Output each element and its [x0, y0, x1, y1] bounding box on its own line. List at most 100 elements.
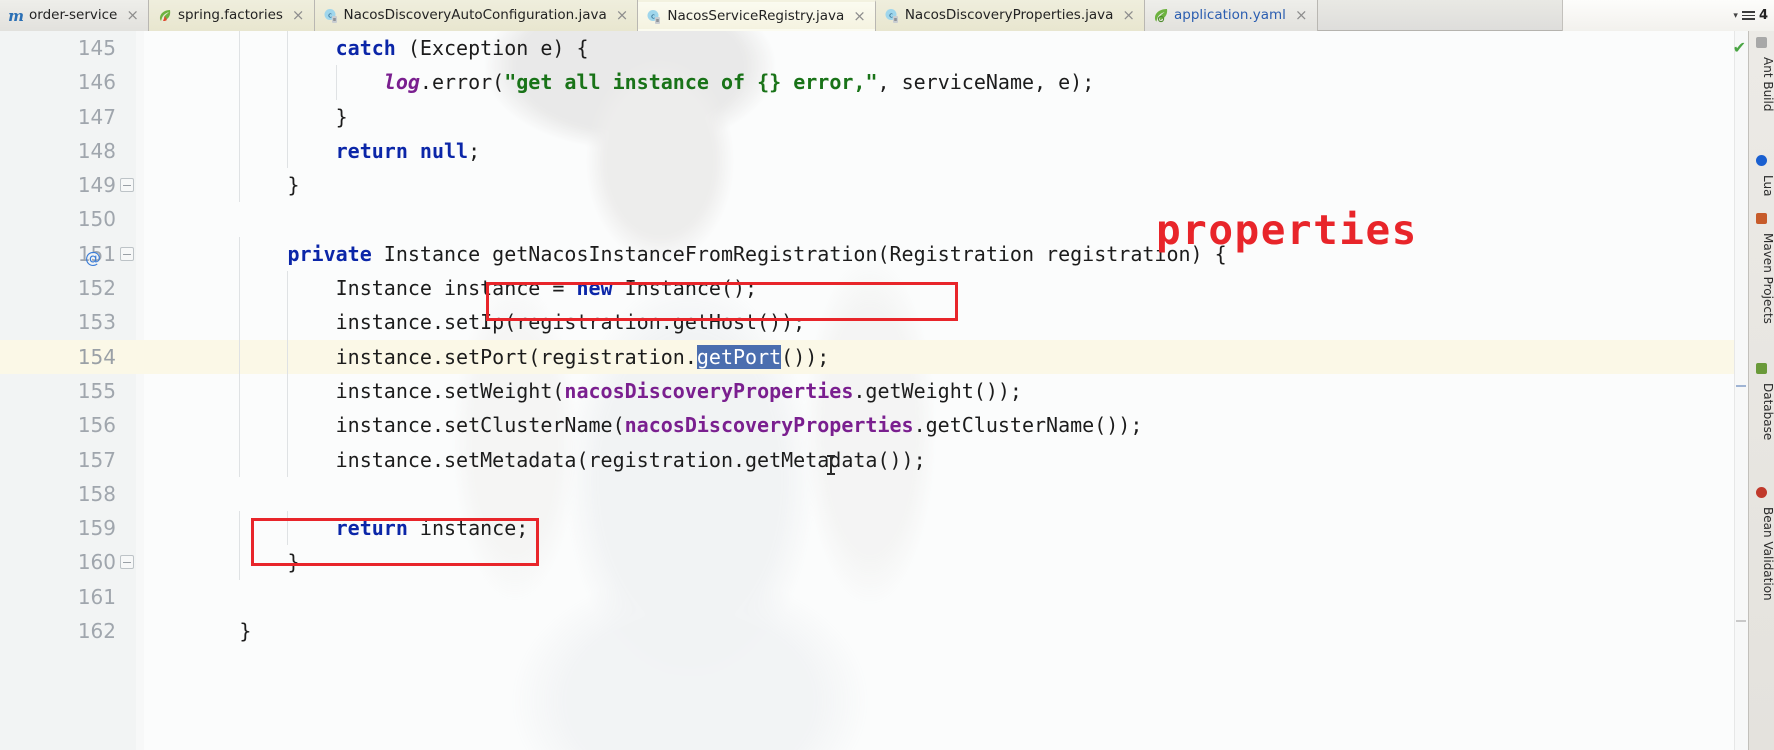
code-line[interactable]: 162} — [0, 614, 1774, 648]
code-token: nacosDiscoveryProperties — [564, 378, 854, 403]
code-token: instance.setIp(registration.getHost()); — [335, 310, 806, 335]
tab-label: order-service — [29, 7, 118, 23]
editor-tab-nacos-service-registry[interactable]: c NacosServiceRegistry.java × — [638, 0, 876, 32]
editor-tab-nacos-discovery-properties[interactable]: c NacosDiscoveryProperties.java × — [875, 0, 1145, 31]
tab-close-icon[interactable]: × — [1122, 0, 1135, 31]
sidebar-item-database[interactable]: Database — [1749, 379, 1774, 440]
code-token: instance.setClusterName( — [335, 413, 625, 438]
code-line[interactable]: 159 return instance; — [0, 511, 1774, 546]
line-number: 146 — [77, 70, 116, 95]
line-number: 157 — [77, 447, 116, 472]
code-text: instance.setWeight(nacosDiscoveryPropert… — [336, 374, 1022, 408]
sidebar-item-maven-projects[interactable]: Maven Projects — [1749, 229, 1774, 324]
code-line[interactable]: 155 instance.setWeight(nacosDiscoveryProp… — [0, 373, 1774, 409]
indent-guide — [239, 99, 241, 134]
editor-tab-nacos-discovery-auto-configuration[interactable]: c NacosDiscoveryAutoConfiguration.java × — [314, 0, 639, 31]
code-line[interactable]: 148 return null; — [0, 133, 1774, 169]
svg-text:c: c — [328, 11, 332, 19]
code-token: .error( — [419, 70, 505, 95]
code-lines[interactable]: 145 catch (Exception e) {146 log.error("ge… — [0, 31, 1774, 750]
code-token: "get all instance of {} error," — [504, 70, 878, 95]
code-token: return null — [335, 138, 469, 163]
sidebar-item-bean-validation[interactable]: Bean Validation — [1749, 503, 1774, 601]
line-number: 153 — [77, 310, 116, 335]
code-line[interactable]: 157 instance.setMetadata(registration.get… — [0, 442, 1774, 477]
code-token: nacosDiscoveryProperties — [624, 413, 914, 438]
code-text: instance.setIp(registration.getHost()); — [336, 305, 806, 339]
code-editor[interactable]: 145 catch (Exception e) {146 log.error("ge… — [0, 31, 1774, 750]
tab-close-icon[interactable]: × — [292, 0, 305, 31]
lua-icon — [1756, 155, 1767, 166]
tab-close-icon[interactable]: × — [853, 1, 866, 32]
code-token: } — [287, 550, 300, 575]
code-line[interactable]: 150 — [0, 202, 1774, 236]
code-token: private — [287, 241, 384, 266]
code-token: } — [335, 104, 348, 129]
line-number: 148 — [77, 138, 116, 163]
code-token: , serviceName, e); — [877, 70, 1095, 95]
code-line[interactable]: 156 instance.setClusterName(nacosDiscover… — [0, 408, 1774, 443]
code-text: Instance instance = new Instance(); — [336, 271, 757, 305]
editor-tab-spring-factories[interactable]: spring.factories × — [148, 0, 315, 31]
code-line[interactable]: 161 — [0, 580, 1774, 614]
indent-guide — [239, 31, 241, 66]
tab-close-icon[interactable]: × — [616, 0, 629, 31]
selected-token: getPort — [696, 344, 782, 369]
code-line[interactable]: 145 catch (Exception e) { — [0, 31, 1774, 66]
code-text: } — [287, 168, 299, 202]
tab-label: NacosServiceRegistry.java — [667, 8, 845, 24]
code-text: instance.setClusterName(nacosDiscoveryPr… — [336, 408, 1143, 442]
maven-icon — [1756, 213, 1767, 224]
sidebar-item-ant-build[interactable]: Ant Build — [1749, 53, 1774, 111]
line-number: 159 — [77, 516, 116, 541]
chevron-down-icon[interactable]: ▾ — [1733, 11, 1738, 21]
fold-collapse-icon[interactable] — [120, 246, 134, 261]
code-text: } — [287, 545, 299, 579]
code-text: private Instance getNacosInstanceFromReg… — [287, 237, 1226, 271]
tab-overflow-controls: ▾ 4 — [1562, 0, 1774, 31]
idea-editor-window: m order-service × spring.factories × c N… — [0, 0, 1774, 750]
tab-close-icon[interactable]: × — [126, 0, 139, 31]
fold-collapse-icon[interactable] — [120, 178, 134, 193]
indent-guide — [239, 373, 241, 409]
tab-list-icon[interactable] — [1741, 9, 1755, 22]
fold-collapse-icon[interactable] — [120, 555, 134, 570]
line-number: 145 — [77, 36, 116, 60]
code-token: catch — [335, 36, 408, 60]
indent-guide — [239, 168, 241, 203]
editor-marker-bar[interactable] — [1734, 31, 1748, 750]
code-line[interactable]: 153 instance.setIp(registration.getHost()… — [0, 305, 1774, 340]
indent-guide — [287, 99, 289, 134]
editor-tab-application-yaml[interactable]: application.yaml × — [1145, 0, 1318, 31]
code-line[interactable]: 154 instance.setPort(registration.getPort… — [0, 339, 1774, 374]
indent-guide — [239, 133, 241, 169]
code-line[interactable]: 146 log.error("get all instance of {} err… — [0, 65, 1774, 100]
code-line[interactable]: 152 Instance instance = new Instance(); — [0, 271, 1774, 306]
code-line[interactable]: 149} — [0, 168, 1774, 203]
code-token: instance; — [407, 516, 529, 541]
code-token: .getClusterName()); — [913, 413, 1143, 438]
code-line[interactable]: 160} — [0, 545, 1774, 580]
code-token: log — [383, 70, 420, 95]
code-token: instance.setMetadata(registration.getMet… — [335, 447, 926, 472]
indent-guide — [239, 305, 241, 340]
tab-close-icon[interactable]: × — [1295, 0, 1308, 31]
hidden-tab-count: 4 — [1758, 8, 1768, 23]
inspection-ok-icon[interactable]: ✔ — [1733, 38, 1746, 57]
line-number: 154 — [77, 344, 116, 369]
indent-guide — [287, 408, 289, 443]
code-line[interactable]: 151 @ private Instance getNacosInstanceFro… — [0, 236, 1774, 272]
database-icon — [1756, 363, 1767, 374]
annotation-gutter-icon[interactable]: @ — [85, 241, 101, 275]
code-text: return null; — [336, 134, 481, 168]
indent-guide — [239, 408, 241, 443]
code-line[interactable]: 147} — [0, 99, 1774, 134]
sidebar-item-lua[interactable]: Lua — [1749, 171, 1774, 196]
code-text: } — [336, 100, 348, 134]
line-number: 152 — [77, 276, 116, 301]
code-token: Instance getNacosInstanceFromRegistratio… — [383, 241, 1227, 266]
editor-tab-order-service[interactable]: m order-service × — [0, 0, 149, 31]
right-tool-window-bar: Ant Build Lua Maven Projects Database Be… — [1748, 31, 1774, 750]
line-number: 161 — [77, 584, 116, 609]
code-line[interactable]: 158 — [0, 477, 1774, 511]
